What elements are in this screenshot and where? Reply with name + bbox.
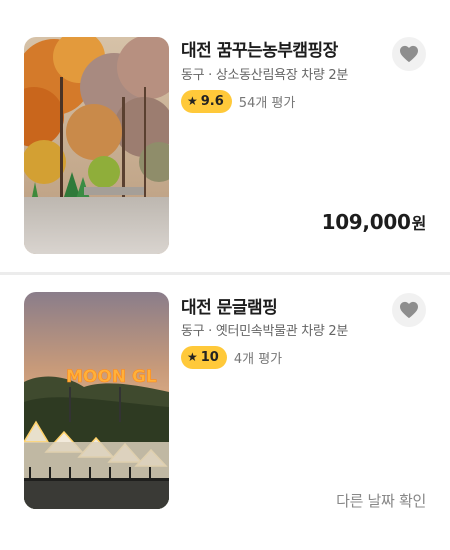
autumn-forest-photo (24, 37, 169, 254)
check-other-dates-link[interactable]: 다른 날짜 확인 (336, 490, 426, 511)
star-icon: ★ (187, 350, 198, 364)
listing-title[interactable]: 대전 문글램핑 (181, 293, 278, 318)
favorite-button[interactable] (392, 37, 426, 71)
listing-title[interactable]: 대전 꿈꾸는농부캠핑장 (181, 36, 338, 61)
price-value: 109,000 (321, 210, 411, 234)
favorite-button[interactable] (392, 293, 426, 327)
rating-row: ★ 9.6 54개 평가 (181, 89, 295, 113)
listing-card[interactable]: MOON GL 대전 문글램핑 동구 · 옛터민속박물관 차량 2분 ★ 10 (0, 275, 450, 550)
listing-location: 동구 · 상소동산림욕장 차량 2분 (181, 68, 349, 83)
price-unit: 원 (411, 214, 427, 233)
rating-badge: ★ 10 (181, 345, 227, 369)
review-count: 4개 평가 (233, 351, 283, 367)
sign-text: MOON GL (66, 367, 157, 387)
heart-icon (400, 45, 418, 63)
rating-badge: ★ 9.6 (181, 89, 232, 113)
review-count: 54개 평가 (238, 95, 296, 111)
listing-location: 동구 · 옛터민속박물관 차량 2분 (181, 324, 349, 339)
rating-score: 9.6 (200, 93, 224, 109)
glamping-night-photo: MOON GL (24, 292, 169, 509)
heart-icon (400, 301, 418, 319)
listing-card[interactable]: 대전 꿈꾸는농부캠핑장 동구 · 상소동산림욕장 차량 2분 ★ 9.6 54개… (0, 0, 450, 272)
rating-score: 10 (200, 349, 219, 365)
price: 109,000원 (321, 210, 427, 234)
rating-row: ★ 10 4개 평가 (181, 345, 282, 369)
listing-photo[interactable]: MOON GL (24, 292, 169, 509)
listing-photo[interactable] (24, 37, 169, 254)
star-icon: ★ (187, 94, 198, 108)
